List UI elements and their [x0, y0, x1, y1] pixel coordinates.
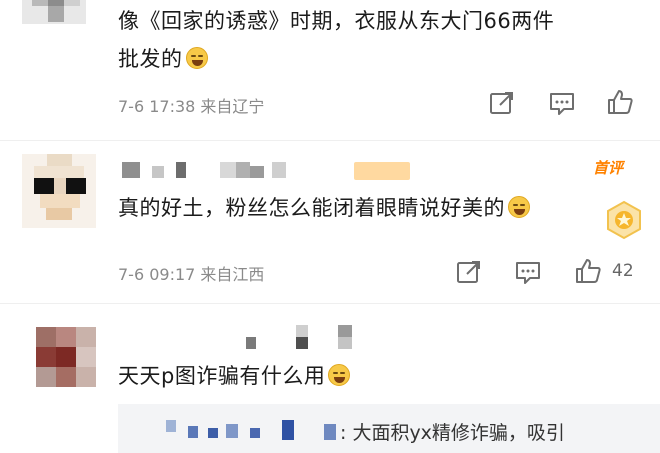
first-comment-badge: 首评 [593, 159, 624, 177]
comment-text: 像《回家的诱惑》时期，衣服从东大门66两件 [118, 9, 555, 33]
like-icon[interactable] [606, 88, 634, 114]
username-blurred[interactable] [122, 162, 312, 178]
reply-preview[interactable]: : 大面积yx精修诈骗，吸引 [118, 404, 660, 453]
comment-text: 真的好土，粉丝怎么能闭着眼睛说好美的 [118, 190, 530, 226]
comment-text-label: 真的好土，粉丝怎么能闭着眼睛说好美的 [118, 196, 505, 220]
comment-icon[interactable] [548, 90, 576, 116]
avatar[interactable] [22, 154, 96, 228]
comment-text-line2-label: 批发的 [118, 47, 183, 71]
comment-meta: 7-6 17:38 来自辽宁 [118, 97, 265, 116]
like-icon[interactable] [574, 257, 602, 283]
share-icon[interactable] [488, 90, 516, 116]
vip-badge-blurred [354, 162, 410, 180]
comment-meta: 7-6 09:17 来自江西 [118, 265, 265, 284]
medal-icon [604, 200, 644, 240]
reply-text: : 大面积yx精修诈骗，吸引 [340, 422, 565, 444]
avatar[interactable] [22, 0, 86, 24]
comment-text: 天天p图诈骗有什么用 [118, 358, 351, 394]
comment-item-1: 像《回家的诱惑》时期，衣服从东大门66两件 批发的 7-6 17:38 来自辽宁 [0, 0, 660, 150]
like-count: 42 [612, 261, 634, 281]
comment-text-line2: 批发的 [118, 41, 208, 77]
avatar[interactable] [36, 327, 96, 387]
share-icon[interactable] [455, 259, 483, 285]
laugh-emoji-icon [508, 196, 530, 218]
reply-username-blurred [166, 420, 176, 432]
laugh-cry-emoji-icon [328, 364, 351, 386]
comment-text-label: 天天p图诈骗有什么用 [118, 364, 326, 388]
comment-item-2: 首评 真的好土，粉丝怎么能闭着眼睛说好美的 7-6 09:17 来自江西 42 [0, 140, 660, 300]
comment-icon[interactable] [514, 259, 542, 285]
smirk-emoji-icon [185, 47, 208, 69]
username-blurred[interactable] [246, 325, 366, 351]
